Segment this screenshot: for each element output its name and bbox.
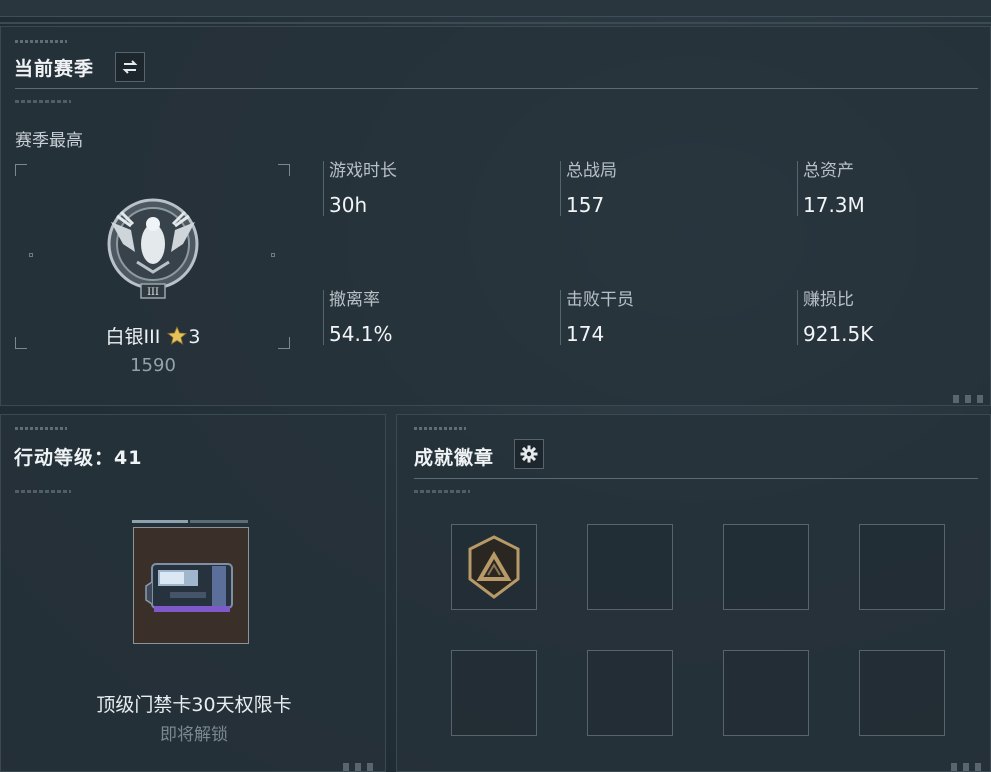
silver-eagle-rank-emblem: III: [107, 198, 199, 299]
gold-star-icon: [167, 325, 188, 345]
stat-total-assets: 总资产 17.3M: [797, 161, 865, 216]
reward-item-name: 顶级门禁卡30天权限卡: [96, 694, 292, 716]
badge-slot-4[interactable]: [859, 524, 945, 610]
panel-foot-dots: [343, 763, 377, 771]
stat-operators-defeated: 击败干员 174: [560, 290, 634, 345]
panel-foot-dots: [951, 763, 985, 771]
badge-slot-1[interactable]: [451, 524, 537, 610]
panel-tag-mark: [414, 427, 466, 430]
frame-corner-tr: [278, 164, 290, 176]
item-rarity-bar: [132, 520, 188, 523]
rank-stars: 3: [188, 326, 201, 348]
badge-slot-8[interactable]: [859, 650, 945, 736]
panel-tag-mark-2: [414, 490, 470, 493]
panel-tag-mark: [15, 427, 67, 430]
panel-tag-mark-2: [15, 100, 71, 103]
badge-settings-button[interactable]: [514, 439, 544, 469]
stat-label: 游戏时长: [329, 161, 397, 181]
rank-points: 1590: [130, 355, 176, 376]
badge-slot-3[interactable]: [723, 524, 809, 610]
achievement-badges-panel: 成就徽章: [396, 414, 991, 772]
access-card-icon: [145, 563, 233, 612]
stat-label: 总资产: [803, 161, 854, 181]
stat-extraction-rate: 撤离率 54.1%: [323, 290, 393, 345]
panel-foot-dots: [953, 395, 987, 403]
top-divider: [0, 22, 991, 24]
badge-slot-7[interactable]: [723, 650, 809, 736]
badge-slot-2[interactable]: [587, 524, 673, 610]
stat-value: 157: [566, 193, 605, 217]
emblem-numeral: III: [147, 287, 159, 298]
frame-corner-tl: [15, 164, 27, 176]
item-rarity-bar-2: [190, 520, 248, 523]
badge-slot-6[interactable]: [587, 650, 673, 736]
frame-dot-left: [29, 253, 33, 257]
season-title-divider: [15, 88, 978, 89]
stat-value: 17.3M: [803, 193, 865, 217]
badge-slot-5[interactable]: [451, 650, 537, 736]
stat-value: 921.5K: [803, 322, 874, 346]
stat-label: 撤离率: [329, 290, 380, 310]
stat-value: 54.1%: [329, 322, 393, 346]
season-title: 当前赛季: [14, 58, 95, 80]
reward-item-card[interactable]: [133, 527, 249, 644]
season-panel: 当前赛季 赛季最高 III 白银III 3 1590 游戏时长 30h 总战局 …: [0, 26, 991, 406]
action-level-panel: 行动等级：41 顶级门禁卡30天权限卡 即将解锁: [0, 414, 386, 772]
mountain-shield-badge-icon: [468, 535, 520, 599]
stat-value: 174: [566, 322, 605, 346]
reward-item-status: 即将解锁: [160, 725, 228, 745]
stat-value: 30h: [329, 193, 368, 217]
frame-dot-right: [271, 253, 275, 257]
swap-season-button[interactable]: [115, 52, 145, 82]
stat-label: 总战局: [566, 161, 617, 181]
stat-profit-loss-ratio: 赚损比 921.5K: [797, 290, 873, 345]
top-strip: [0, 0, 991, 17]
gear-icon: [520, 445, 538, 463]
swap-arrows-icon: [122, 60, 138, 74]
panel-tag-mark-2: [15, 490, 71, 493]
rank-name-row: 白银III 3: [15, 322, 291, 349]
stat-total-matches: 总战局 157: [560, 161, 617, 216]
stat-label: 击败干员: [566, 290, 634, 310]
badges-title: 成就徽章: [414, 447, 495, 469]
action-level-title: 行动等级：41: [14, 447, 143, 469]
badges-title-divider: [414, 478, 978, 479]
stat-label: 赚损比: [803, 290, 854, 310]
panel-tag-mark: [15, 40, 67, 43]
stat-playtime: 游戏时长 30h: [323, 161, 397, 216]
rank-name: 白银III: [105, 326, 161, 348]
season-best-label: 赛季最高: [15, 131, 83, 151]
